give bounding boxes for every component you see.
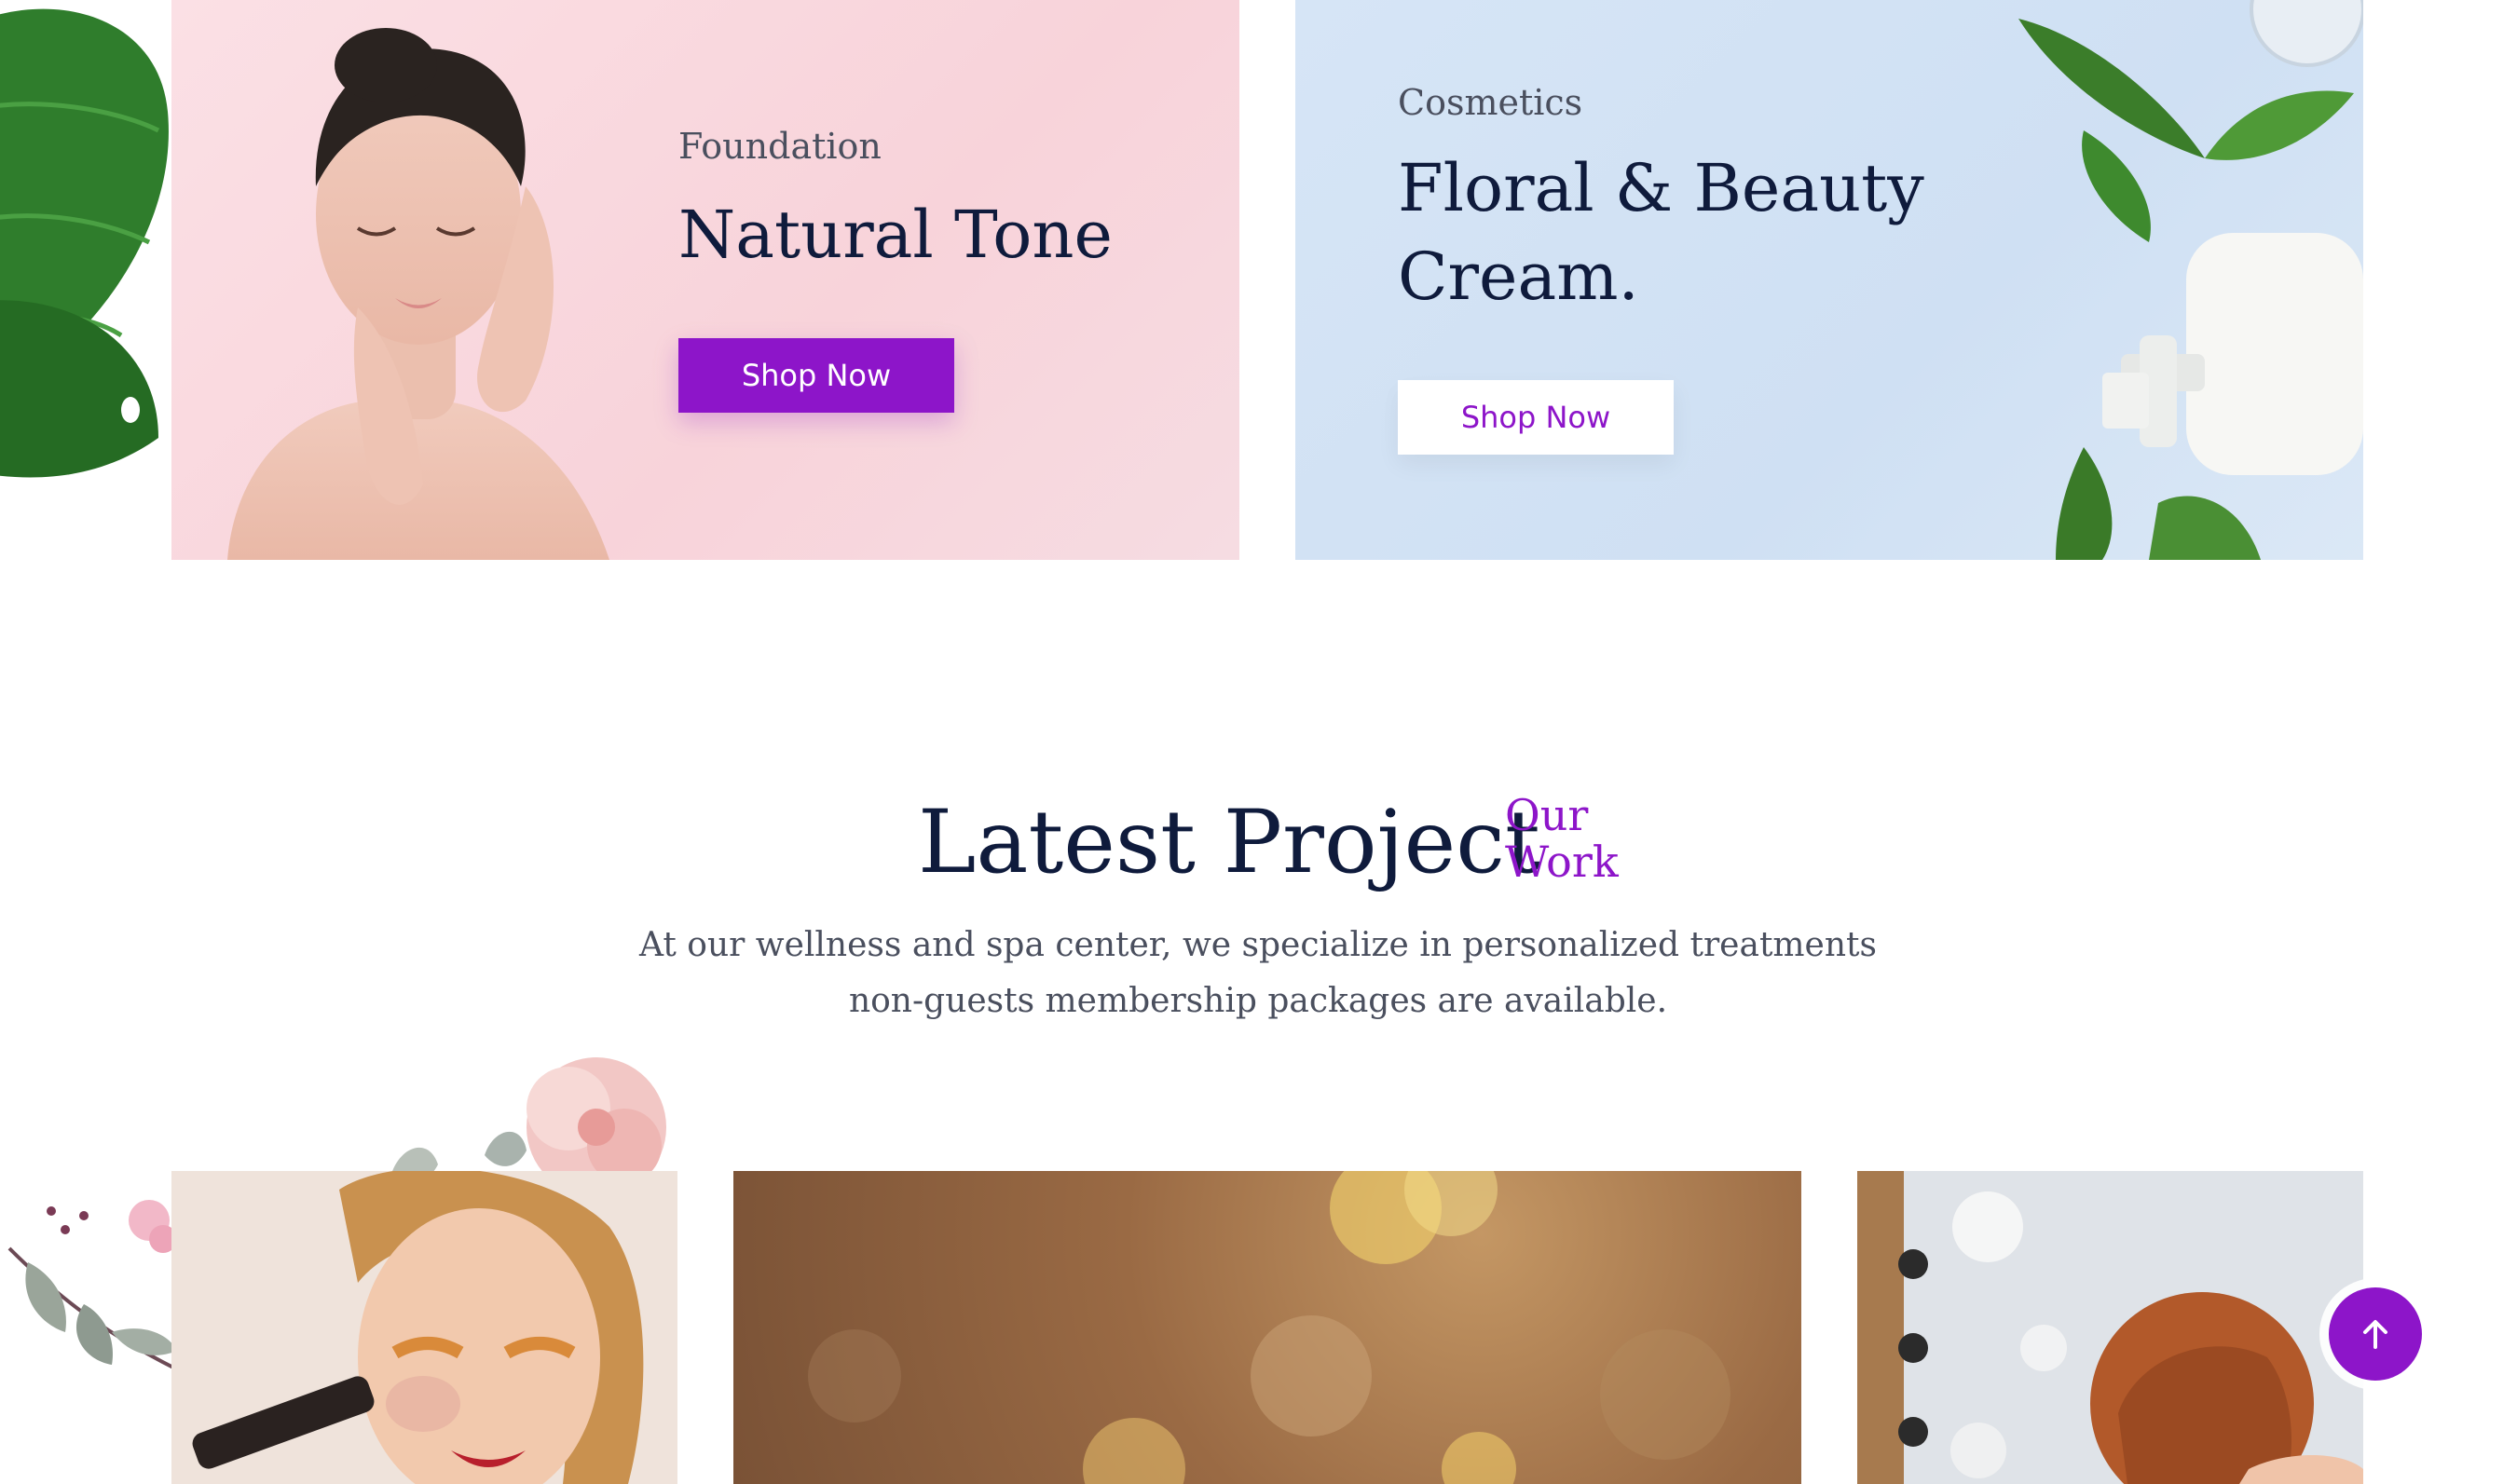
section-tag-line-1: Our — [1505, 790, 1589, 840]
arrow-up-icon — [2363, 1320, 2387, 1349]
latest-project-heading: Latest Project Our Work — [0, 773, 2517, 913]
banner-title-line-2: Cream. — [1398, 238, 1639, 315]
woman-portrait-image — [227, 28, 609, 560]
monstera-leaf-decoration — [0, 0, 177, 484]
section-tag: Our Work — [1505, 792, 1619, 885]
banner-foundation: Foundation Natural Tone Shop Now — [171, 0, 1239, 560]
banner-cosmetics: Cosmetics Floral & Beauty Cream. Shop No… — [1295, 0, 2363, 560]
scroll-to-top-button[interactable] — [2329, 1287, 2422, 1381]
cream-bottle-leaves-image — [2018, 0, 2363, 560]
banner-subtitle: Foundation — [678, 126, 882, 167]
project-image-hairstyle[interactable] — [1857, 1171, 2363, 1484]
banner-title: Natural Tone — [678, 197, 1113, 273]
project-image-makeup[interactable] — [171, 1171, 677, 1484]
section-description: At our wellness and spa center, we speci… — [559, 918, 1957, 1029]
banner-title-line-1: Floral & Beauty — [1398, 150, 1924, 226]
section-tag-line-2: Work — [1505, 837, 1619, 887]
section-description-line-2: non-guests membership packages are avail… — [848, 982, 1668, 1020]
project-image-bokeh[interactable] — [733, 1171, 1801, 1484]
section-title: Latest Project — [918, 792, 1540, 893]
shop-now-button[interactable]: Shop Now — [1398, 380, 1674, 455]
section-description-line-1: At our wellness and spa center, we speci… — [639, 926, 1877, 964]
banner-subtitle: Cosmetics — [1398, 82, 1583, 123]
shop-now-button[interactable]: Shop Now — [678, 338, 954, 413]
